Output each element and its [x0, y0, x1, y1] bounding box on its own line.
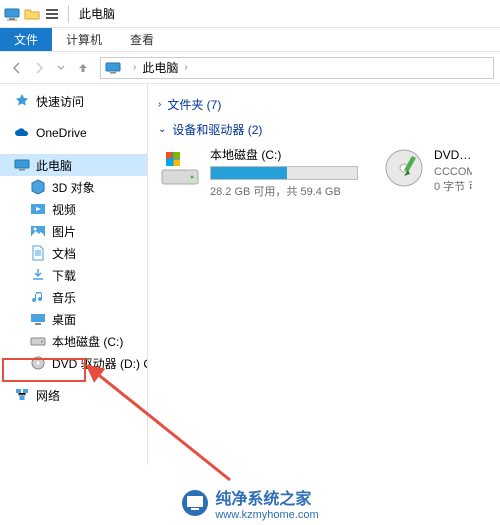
chevron-right-icon: ›	[133, 62, 136, 73]
group-folders[interactable]: › 文件夹 (7)	[158, 96, 490, 113]
menubar: 文件 计算机 查看	[0, 28, 500, 52]
drive-free-text: 28.2 GB 可用，共 59.4 GB	[210, 183, 358, 199]
recent-dropdown[interactable]	[50, 57, 72, 79]
drive-dvd[interactable]: DVD 驱动器 CCCOMA_ 0 字节 可用	[382, 146, 472, 199]
pc-icon	[14, 157, 30, 173]
chevron-right-icon: ›	[158, 99, 161, 110]
watermark-title: 纯净系统之家	[215, 485, 318, 509]
drive-local-c[interactable]: 本地磁盘 (C:) 28.2 GB 可用，共 59.4 GB	[158, 146, 358, 199]
folder-small-icon[interactable]	[24, 6, 40, 22]
forward-button[interactable]	[28, 57, 50, 79]
drive-sub: CCCOMA_	[434, 166, 472, 178]
download-icon	[30, 267, 46, 283]
sidebar-item-documents[interactable]: 文档	[0, 242, 147, 264]
dropdown-icon[interactable]	[44, 6, 60, 22]
cloud-icon	[14, 125, 30, 141]
tab-file[interactable]: 文件	[0, 28, 52, 51]
group-devices[interactable]: ⌄ 设备和驱动器 (2)	[158, 121, 490, 138]
body: 快速访问 OneDrive 此电脑 3D 对象 视频 图片 文档	[0, 84, 500, 465]
logo-icon	[181, 489, 209, 517]
network-icon	[14, 387, 30, 403]
back-button[interactable]	[6, 57, 28, 79]
chevron-right-icon[interactable]: ›	[184, 62, 187, 73]
sidebar-item-onedrive[interactable]: OneDrive	[0, 122, 147, 144]
disk-windows-icon	[158, 146, 202, 190]
drive-name: 本地磁盘 (C:)	[210, 146, 358, 163]
pc-icon	[105, 60, 121, 76]
sidebar: 快速访问 OneDrive 此电脑 3D 对象 视频 图片 文档	[0, 84, 148, 465]
dvd-install-icon	[382, 146, 426, 190]
sidebar-item-this-pc[interactable]: 此电脑	[0, 154, 147, 176]
sidebar-item-local-disk-c[interactable]: 本地磁盘 (C:)	[0, 330, 147, 352]
star-icon	[14, 93, 30, 109]
sidebar-item-network[interactable]: 网络	[0, 384, 147, 406]
sidebar-item-videos[interactable]: 视频	[0, 198, 147, 220]
desktop-icon	[30, 311, 46, 327]
sidebar-item-3d-objects[interactable]: 3D 对象	[0, 176, 147, 198]
window-title: 此电脑	[79, 5, 115, 22]
content-pane: › 文件夹 (7) ⌄ 设备和驱动器 (2) 本地磁盘 (C:) 28.2 GB…	[148, 84, 500, 465]
tab-computer[interactable]: 计算机	[52, 28, 116, 51]
sidebar-item-music[interactable]: 音乐	[0, 286, 147, 308]
sidebar-item-quick-access[interactable]: 快速访问	[0, 90, 147, 112]
drive-name: DVD 驱动器	[434, 146, 472, 163]
tab-view[interactable]: 查看	[116, 28, 168, 51]
dvd-icon	[30, 355, 46, 371]
usage-bar	[210, 166, 358, 180]
picture-icon	[30, 223, 46, 239]
sidebar-item-pictures[interactable]: 图片	[0, 220, 147, 242]
drives-list: 本地磁盘 (C:) 28.2 GB 可用，共 59.4 GB DVD 驱动器 C…	[158, 146, 490, 199]
sidebar-item-dvd-drive[interactable]: DVD 驱动器 (D:) C	[0, 352, 147, 374]
watermark: 纯净系统之家 www.kzmyhome.com	[0, 485, 500, 521]
watermark-url: www.kzmyhome.com	[215, 509, 318, 521]
separator	[68, 5, 69, 23]
pc-icon	[4, 6, 20, 22]
disk-icon	[30, 333, 46, 349]
cube-icon	[30, 179, 46, 195]
document-icon	[30, 245, 46, 261]
up-button[interactable]	[72, 57, 94, 79]
breadcrumb-item[interactable]: 此电脑	[142, 59, 178, 76]
breadcrumb[interactable]: › 此电脑 ›	[100, 57, 494, 79]
video-icon	[30, 201, 46, 217]
chevron-down-icon: ⌄	[158, 124, 166, 135]
sidebar-item-desktop[interactable]: 桌面	[0, 308, 147, 330]
titlebar: 此电脑	[0, 0, 500, 28]
address-bar: › 此电脑 ›	[0, 52, 500, 84]
music-icon	[30, 289, 46, 305]
drive-free-text: 0 字节 可用	[434, 178, 472, 194]
sidebar-item-downloads[interactable]: 下载	[0, 264, 147, 286]
